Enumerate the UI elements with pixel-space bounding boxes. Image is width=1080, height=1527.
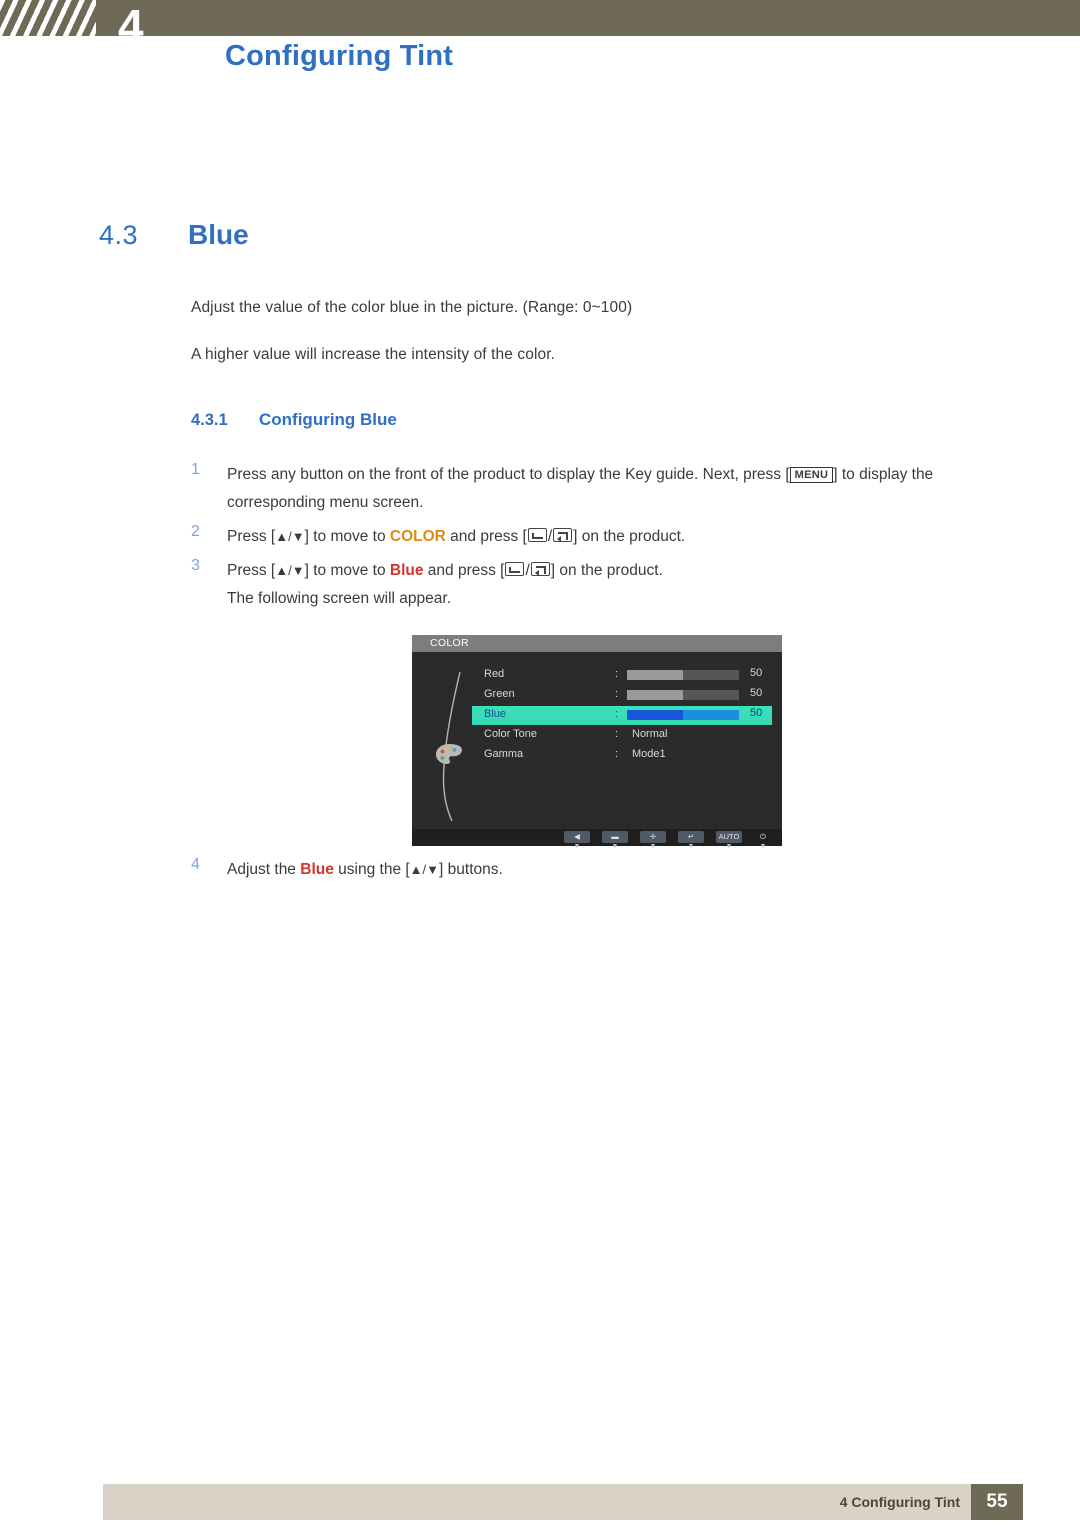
header-hatch-decoration bbox=[0, 0, 96, 36]
osd-bar-fill bbox=[627, 710, 683, 720]
step-2-text: Press [▲/▼] to move to COLOR and press [… bbox=[227, 528, 686, 545]
step-4-text-a: Adjust the bbox=[227, 861, 301, 878]
keyword-blue: Blue bbox=[300, 861, 334, 878]
osd-colon: : bbox=[615, 728, 619, 740]
osd-key-caret: ▼ bbox=[573, 843, 581, 850]
osd-label-green: Green bbox=[484, 688, 515, 700]
osd-bar-green bbox=[627, 690, 739, 700]
osd-label-red: Red bbox=[484, 668, 505, 680]
step-2-text-d: ] on the product. bbox=[573, 528, 686, 545]
up-down-arrow-icon: ▲/▼ bbox=[409, 862, 440, 877]
subsection-title: Configuring Blue bbox=[259, 410, 397, 429]
osd-bar-fill bbox=[627, 670, 683, 680]
osd-colon: : bbox=[615, 668, 619, 680]
osd-key-caret: ▼ bbox=[649, 843, 657, 850]
keyword-color: COLOR bbox=[389, 528, 446, 545]
up-down-arrow-icon: ▲/▼ bbox=[275, 529, 305, 544]
osd-value-color-tone: Normal bbox=[632, 728, 668, 740]
osd-key-caret: ▼ bbox=[687, 843, 695, 850]
subsection-number: 4.3.1 bbox=[191, 411, 228, 429]
step-4-number: 4 bbox=[191, 856, 200, 873]
step-3-text-d: ] on the product. bbox=[550, 562, 663, 579]
osd-label-gamma: Gamma bbox=[484, 748, 524, 760]
osd-value-blue: 50 bbox=[750, 707, 763, 719]
osd-key-caret: ▼ bbox=[759, 843, 767, 850]
osd-row-green[interactable]: Green : 50 bbox=[472, 686, 772, 705]
section-paragraph-1: Adjust the value of the color blue in th… bbox=[191, 299, 633, 316]
osd-value-green: 50 bbox=[750, 687, 763, 699]
up-down-arrow-icon: ▲/▼ bbox=[275, 563, 305, 578]
menu-button-label: MENU bbox=[789, 467, 834, 483]
osd-label-blue: Blue bbox=[484, 708, 507, 720]
osd-bar-fill bbox=[627, 690, 683, 700]
osd-row-red[interactable]: Red : 50 bbox=[472, 666, 772, 685]
step-3: 3 Press [▲/▼] to move to Blue and press … bbox=[191, 557, 1021, 585]
osd-key-enter-icon[interactable]: ↵ bbox=[678, 831, 704, 843]
step-4: 4 Adjust the Blue using the [▲/▼] button… bbox=[191, 856, 1021, 884]
step-1-number: 1 bbox=[191, 461, 200, 478]
step-3-text: Press [▲/▼] to move to Blue and press [/… bbox=[227, 562, 663, 579]
osd-key-minus-icon[interactable]: ▬ bbox=[602, 831, 628, 843]
step-3-note: The following screen will appear. bbox=[227, 590, 452, 607]
step-2-text-a: Press [ bbox=[227, 528, 276, 545]
page-title: Configuring Tint bbox=[225, 40, 454, 72]
osd-value-red: 50 bbox=[750, 667, 763, 679]
enter-icon bbox=[553, 528, 573, 542]
step-1-text: Press any button on the front of the pro… bbox=[227, 461, 1021, 517]
step-2-text-b: ] to move to bbox=[304, 528, 390, 545]
step-4-text-c: ] buttons. bbox=[439, 861, 503, 878]
step-2-text-c: and press [ bbox=[445, 528, 527, 545]
osd-row-color-tone[interactable]: Color Tone : Normal bbox=[472, 726, 772, 745]
osd-label-color-tone: Color Tone bbox=[484, 728, 537, 740]
osd-colon: : bbox=[615, 688, 619, 700]
osd-key-power-icon[interactable]: ⏻ bbox=[750, 831, 776, 843]
osd-colon: : bbox=[615, 708, 619, 720]
osd-key-caret: ▼ bbox=[725, 843, 733, 850]
step-3-text-a: Press [ bbox=[227, 562, 276, 579]
osd-bar-red bbox=[627, 670, 739, 680]
step-3-number: 3 bbox=[191, 557, 200, 574]
step-3-text-c: and press [ bbox=[423, 562, 505, 579]
step-4-text: Adjust the Blue using the [▲/▼] buttons. bbox=[227, 856, 1021, 884]
osd-key-caret: ▼ bbox=[611, 843, 619, 850]
step-3-text-b: ] to move to bbox=[304, 562, 390, 579]
palette-icon bbox=[436, 744, 462, 764]
step-1: 1 Press any button on the front of the p… bbox=[191, 461, 1021, 517]
step-2-number: 2 bbox=[191, 523, 200, 540]
osd-key-guide-bar: ◀ ▼ ▬ ▼ ✛ ▼ ↵ ▼ AUTO ▼ ⏻ ▼ bbox=[412, 829, 782, 850]
osd-key-auto-button[interactable]: AUTO bbox=[716, 831, 742, 843]
osd-row-blue-selected[interactable]: Blue : 50 bbox=[472, 706, 772, 725]
osd-menu-body: Red : 50 Green : 50 Blue : 50 Color Tone… bbox=[412, 652, 782, 829]
step-2: 2 Press [▲/▼] to move to COLOR and press… bbox=[191, 523, 1021, 551]
osd-title-bar: COLOR bbox=[412, 635, 782, 652]
step-4-text-b: using the [ bbox=[333, 861, 410, 878]
osd-value-gamma: Mode1 bbox=[632, 748, 666, 760]
section-paragraph-2: A higher value will increase the intensi… bbox=[191, 346, 556, 363]
keyword-blue: Blue bbox=[389, 562, 424, 579]
osd-key-back-icon[interactable]: ◀ bbox=[564, 831, 590, 843]
footer-page-number: 55 bbox=[971, 1484, 1023, 1520]
section-title: Blue bbox=[188, 219, 249, 250]
step-1-text-a: Press any button on the front of the pro… bbox=[227, 466, 790, 483]
osd-key-plus-icon[interactable]: ✛ bbox=[640, 831, 666, 843]
return-icon bbox=[505, 562, 525, 576]
footer-chapter-label: 4 Configuring Tint bbox=[839, 1494, 960, 1510]
header-chapter-number: 4 bbox=[118, 0, 144, 52]
osd-colon: : bbox=[615, 748, 619, 760]
osd-screenshot: COLOR Red : 50 Green : 50 Blue : 50 Colo… bbox=[412, 635, 782, 850]
osd-bar-blue bbox=[627, 710, 739, 720]
osd-row-gamma[interactable]: Gamma : Mode1 bbox=[472, 746, 772, 765]
return-icon bbox=[527, 528, 547, 542]
enter-icon bbox=[530, 562, 550, 576]
section-number: 4.3 bbox=[99, 220, 139, 250]
